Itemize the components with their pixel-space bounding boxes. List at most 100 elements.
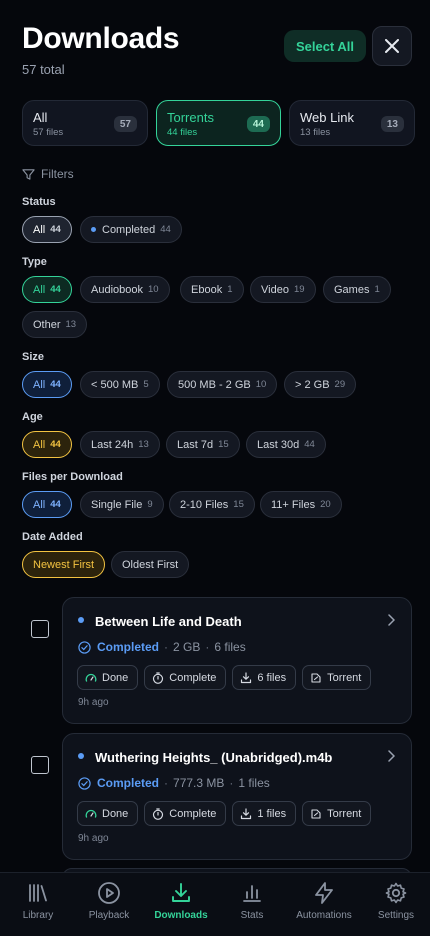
chip-count: 44 xyxy=(50,379,61,390)
source-tabs: All 57 files 57 Torrents 44 files 44 Web… xyxy=(22,100,430,146)
age-chip-last-24h[interactable]: Last 24h 13 xyxy=(80,431,160,458)
status-dot-icon xyxy=(91,227,96,232)
nav-downloads[interactable]: Downloads xyxy=(145,873,217,936)
download-title: Wuthering Heights_ (Unabridged).m4b xyxy=(95,750,333,765)
status-chip-completed[interactable]: Completed 44 xyxy=(80,216,182,243)
files-chip-11-plus[interactable]: 11+ Files 20 xyxy=(260,491,342,518)
filters-toggle[interactable]: Filters xyxy=(22,167,74,181)
age-chip-last-30d[interactable]: Last 30d 44 xyxy=(246,431,326,458)
chip-count: 9 xyxy=(147,499,153,510)
download-time: 9h ago xyxy=(78,833,109,844)
tab-sublabel: 13 files xyxy=(300,127,331,138)
download-size: 777.3 MB xyxy=(173,776,225,790)
type-chip-ebook[interactable]: Ebook 1 xyxy=(180,276,244,303)
type-section-label: Type xyxy=(22,256,47,268)
close-button[interactable] xyxy=(372,26,412,66)
size-chip-over-2gb[interactable]: > 2 GB 29 xyxy=(284,371,357,398)
date-chip-newest[interactable]: Newest First xyxy=(22,551,106,578)
chip-label: Last 24h xyxy=(91,438,134,451)
chip-count: 10 xyxy=(255,379,267,390)
size-chip-all[interactable]: All 44 xyxy=(22,371,72,398)
download-checkbox[interactable] xyxy=(31,620,49,638)
tab-torrents[interactable]: Torrents 44 files 44 xyxy=(156,100,281,146)
tag-label: Complete xyxy=(169,671,217,684)
total-count: 57 total xyxy=(22,62,65,77)
chip-label: Ebook xyxy=(191,283,223,296)
nav-label: Library xyxy=(22,910,54,921)
status-chip-all[interactable]: All 44 xyxy=(22,216,72,243)
tab-all[interactable]: All 57 files 57 xyxy=(22,100,148,146)
date-chip-oldest[interactable]: Oldest First xyxy=(111,551,190,578)
type-chip-video[interactable]: Video 19 xyxy=(250,276,316,303)
download-tray-icon xyxy=(241,671,252,683)
nav-library[interactable]: Library xyxy=(2,873,74,936)
chip-label: 11+ Files xyxy=(271,498,316,511)
filters-label: Filters xyxy=(41,167,74,181)
nav-label: Downloads xyxy=(154,910,208,921)
chevron-right-icon xyxy=(388,750,395,762)
download-tags: Done Complete 1 files Torrent xyxy=(77,801,372,826)
nav-settings[interactable]: Settings xyxy=(360,873,430,936)
chip-count: 1 xyxy=(374,284,380,295)
tag-files: 6 files xyxy=(232,665,297,690)
age-chip-last-7d[interactable]: Last 7d 15 xyxy=(166,431,240,458)
nav-stats[interactable]: Stats xyxy=(216,873,288,936)
download-meta: Completed · 777.3 MB · 1 files xyxy=(78,776,270,790)
nav-automations[interactable]: Automations xyxy=(288,873,360,936)
status-label: Completed xyxy=(97,776,160,790)
tag-source: Torrent xyxy=(302,801,372,826)
chip-label: Video xyxy=(261,283,289,296)
chip-label: 500 MB - 2 GB xyxy=(178,378,251,391)
select-all-button[interactable]: Select All xyxy=(283,30,366,62)
tab-web-link[interactable]: Web Link 13 files 13 xyxy=(289,100,415,146)
chip-count: 44 xyxy=(50,224,61,235)
download-meta: Completed · 2 GB · 6 files xyxy=(78,640,246,654)
chip-label: All xyxy=(33,283,46,296)
type-chip-audiobook[interactable]: Audiobook 10 xyxy=(80,276,170,303)
chip-count: 29 xyxy=(334,379,346,390)
bar-chart-icon xyxy=(243,885,261,902)
chip-count: 44 xyxy=(50,499,61,510)
header: Downloads 57 total Select All xyxy=(22,20,412,80)
download-tags: Done Complete 6 files Torrent xyxy=(77,665,372,690)
download-card[interactable]: Wuthering Heights_ (Unabridged).m4b Comp… xyxy=(62,733,412,860)
chip-count: 20 xyxy=(320,499,331,510)
size-chip-500mb-2gb[interactable]: 500 MB - 2 GB 10 xyxy=(167,371,278,398)
download-title: Between Life and Death xyxy=(95,614,242,629)
type-chip-all[interactable]: All 44 xyxy=(22,276,72,303)
nav-label: Stats xyxy=(240,910,264,921)
chip-label: All xyxy=(33,223,46,236)
date-section-label: Date Added xyxy=(22,531,83,543)
nav-playback[interactable]: Playback xyxy=(73,873,145,936)
tab-label: Web Link xyxy=(300,110,354,125)
chip-label: Games xyxy=(334,283,370,296)
check-circle-icon xyxy=(78,776,91,790)
chip-count: 1 xyxy=(227,284,233,295)
tag-label: Complete xyxy=(169,807,217,820)
type-chip-games[interactable]: Games 1 xyxy=(323,276,391,303)
gear-icon xyxy=(385,882,407,904)
chip-label: Oldest First xyxy=(122,558,179,571)
link-file-icon xyxy=(311,808,321,819)
tab-label: Torrents xyxy=(167,110,214,125)
gauge-icon xyxy=(85,809,97,818)
download-card[interactable]: Between Life and Death Completed · 2 GB … xyxy=(62,597,412,724)
download-checkbox[interactable] xyxy=(31,756,49,774)
tag-label: Done xyxy=(102,671,129,684)
chip-count: 44 xyxy=(160,224,171,235)
chip-label: Last 7d xyxy=(177,438,214,451)
library-icon xyxy=(29,884,47,902)
chip-count: 19 xyxy=(293,284,305,295)
files-chip-2-10[interactable]: 2-10 Files 15 xyxy=(169,491,255,518)
type-chip-other[interactable]: Other 13 xyxy=(22,311,88,338)
files-chip-all[interactable]: All 44 xyxy=(22,491,72,518)
filter-icon xyxy=(22,168,35,180)
chip-label: > 2 GB xyxy=(295,378,330,391)
play-circle-icon xyxy=(98,882,120,904)
age-section-label: Age xyxy=(22,411,43,423)
nav-label: Playback xyxy=(88,910,130,921)
chip-count: 13 xyxy=(138,439,149,450)
age-chip-all[interactable]: All 44 xyxy=(22,431,72,458)
files-chip-single[interactable]: Single File 9 xyxy=(80,491,164,518)
size-chip-under-500mb[interactable]: < 500 MB 5 xyxy=(80,371,160,398)
